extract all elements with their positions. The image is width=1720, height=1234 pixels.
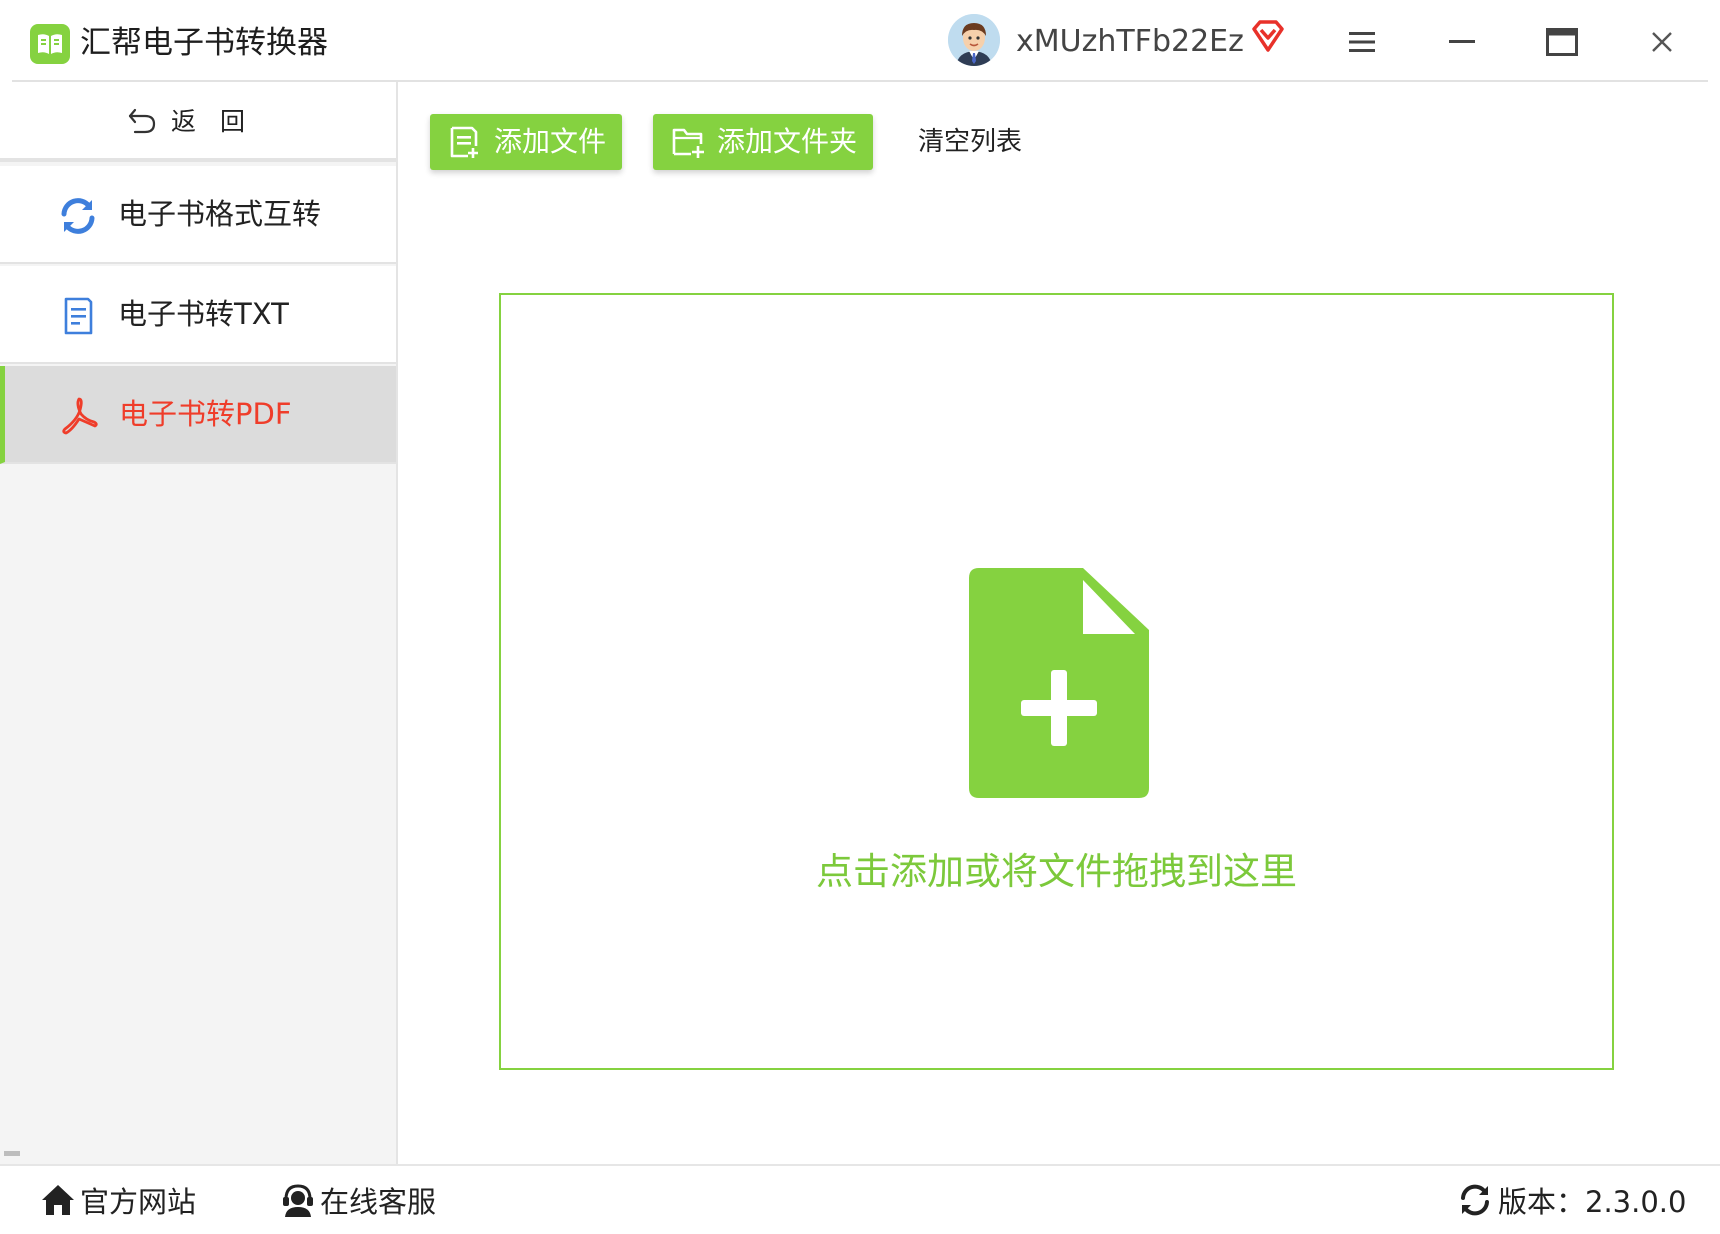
- add-folder-button[interactable]: 添加文件夹: [653, 114, 873, 170]
- sidebar-item-label: 电子书格式互转: [118, 197, 322, 231]
- drop-hint-text: 点击添加或将文件拖拽到这里: [816, 850, 1297, 893]
- home-icon: [42, 1185, 74, 1215]
- file-add-icon: [969, 568, 1149, 798]
- app-title: 汇帮电子书转换器: [80, 25, 328, 61]
- document-icon: [64, 297, 93, 335]
- back-label: 返回: [170, 107, 269, 136]
- sidebar: 返回 电子书格式互转 电子书转TXT 电子书转PDF: [0, 82, 398, 1166]
- sidebar-item-label: 电子书转TXT: [118, 297, 289, 331]
- sidebar-scrollbar[interactable]: [4, 1151, 20, 1156]
- maximize-icon: [1546, 28, 1578, 56]
- sidebar-item-to-pdf[interactable]: 电子书转PDF: [0, 366, 396, 464]
- menu-icon: [1349, 32, 1375, 52]
- sidebar-item-format-convert[interactable]: 电子书格式互转: [0, 166, 396, 264]
- version-info: 版本：2.3.0.0: [1458, 1176, 1686, 1224]
- maximize-button[interactable]: [1530, 14, 1594, 70]
- back-button[interactable]: 返回: [0, 82, 396, 162]
- add-folder-label: 添加文件夹: [717, 125, 858, 158]
- close-icon: [1652, 32, 1672, 52]
- add-file-label: 添加文件: [494, 125, 607, 158]
- menu-button[interactable]: [1330, 14, 1394, 70]
- app-logo-icon: [30, 24, 70, 64]
- add-file-button[interactable]: 添加文件: [430, 114, 622, 170]
- sidebar-item-label: 电子书转PDF: [119, 397, 292, 431]
- headset-icon: [283, 1184, 313, 1217]
- minimize-button[interactable]: [1430, 14, 1494, 70]
- back-arrow-icon: [128, 108, 156, 134]
- add-file-icon: [450, 126, 478, 158]
- sidebar-item-to-txt[interactable]: 电子书转TXT: [0, 266, 396, 364]
- username: xMUzhTFb22Ez: [1016, 24, 1244, 59]
- clear-list-button[interactable]: 清空列表: [918, 122, 1022, 162]
- update-refresh-icon[interactable]: [1458, 1183, 1492, 1217]
- refresh-icon: [61, 198, 95, 234]
- add-folder-icon: [672, 128, 704, 158]
- file-drop-zone[interactable]: 点击添加或将文件拖拽到这里: [499, 293, 1614, 1070]
- status-bar: 官方网站 在线客服 版本：2.3.0.0: [0, 1164, 1720, 1234]
- close-button[interactable]: [1630, 14, 1694, 70]
- title-bar: 汇帮电子书转换器 xMUzhTFb22Ez: [0, 0, 1720, 82]
- vip-diamond-icon[interactable]: [1250, 18, 1286, 58]
- version-label: 版本：2.3.0.0: [1498, 1185, 1687, 1219]
- pdf-icon: [62, 397, 98, 435]
- avatar-icon[interactable]: [948, 14, 1000, 66]
- online-support-link[interactable]: 在线客服: [280, 1176, 436, 1224]
- official-website-link[interactable]: 官方网站: [40, 1176, 196, 1224]
- minimize-icon: [1449, 40, 1475, 43]
- support-label: 在线客服: [320, 1185, 437, 1219]
- website-label: 官方网站: [80, 1185, 197, 1219]
